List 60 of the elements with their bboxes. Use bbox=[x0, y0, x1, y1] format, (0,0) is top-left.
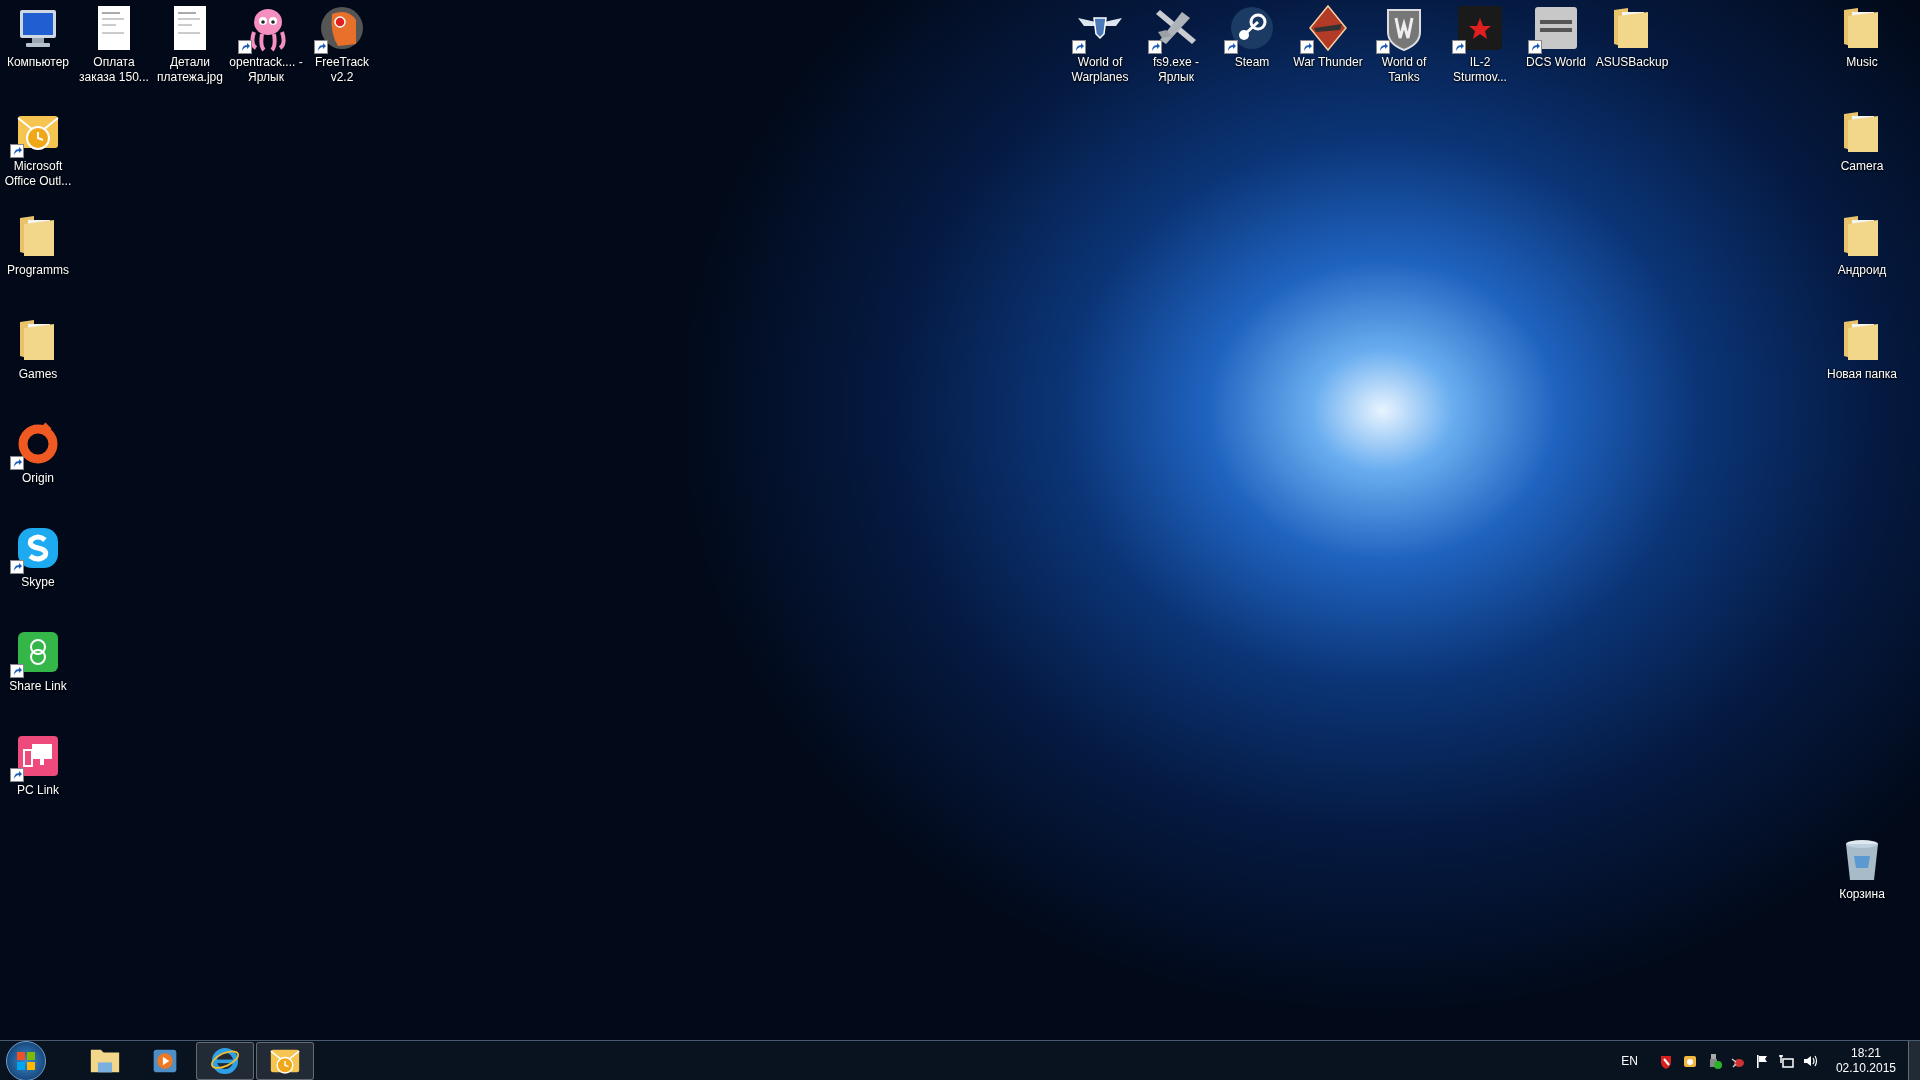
windows-logo-icon bbox=[16, 1050, 36, 1071]
desktop-shortcut[interactable]: DCS World bbox=[1518, 0, 1594, 104]
icon-label: Music bbox=[1845, 55, 1879, 70]
icon-label: Share Link bbox=[8, 679, 68, 694]
show-desktop-button[interactable] bbox=[1908, 1040, 1920, 1080]
desktop-shortcut[interactable]: Origin bbox=[0, 416, 76, 520]
icon-label: World of Warplanes bbox=[1070, 55, 1130, 85]
icon-label: PC Link bbox=[16, 783, 60, 798]
desktop-shortcut[interactable]: War Thunder bbox=[1290, 0, 1366, 104]
icon-label: Корзина bbox=[1838, 887, 1886, 902]
desktop-shortcut[interactable]: Компьютер bbox=[0, 0, 76, 104]
icon-label: Programms bbox=[6, 263, 70, 278]
desktop-shortcut[interactable]: fs9.exe - Ярлык bbox=[1138, 0, 1214, 104]
striped-tile-icon bbox=[1532, 4, 1580, 52]
desktop-shortcut[interactable]: PC Link bbox=[0, 728, 76, 832]
icon-label: Games bbox=[17, 367, 59, 382]
desktop-shortcut[interactable]: opentrack.... - Ярлык bbox=[228, 0, 304, 104]
icon-label: Camera bbox=[1839, 159, 1885, 174]
icon-label: ASUSBackup bbox=[1594, 55, 1670, 70]
icon-label: DCS World bbox=[1525, 55, 1587, 70]
start-button[interactable] bbox=[6, 1040, 46, 1080]
taskbar-button[interactable] bbox=[196, 1041, 254, 1080]
desktop-shortcut[interactable]: Share Link bbox=[0, 624, 76, 728]
desktop-shortcut[interactable]: World of Warplanes bbox=[1062, 0, 1138, 104]
icon-label: FreeTrack v2.2 bbox=[313, 55, 371, 85]
icon-label: Оплата заказа 150... bbox=[78, 55, 150, 85]
desktop-shortcut[interactable]: Детали платежа.jpg bbox=[152, 0, 228, 104]
desktop-shortcut[interactable]: Новая папка bbox=[1824, 312, 1900, 416]
desktop-shortcut[interactable]: Андроид bbox=[1824, 208, 1900, 312]
icon-label: Origin bbox=[21, 471, 55, 486]
icon-label: Андроид bbox=[1836, 263, 1888, 278]
icon-label: IL-2 Sturmov... bbox=[1452, 55, 1508, 85]
taskbar-button[interactable] bbox=[256, 1041, 314, 1080]
desktop-shortcut[interactable]: Steam bbox=[1214, 0, 1290, 104]
icon-label: War Thunder bbox=[1292, 55, 1364, 70]
desktop-shortcut[interactable]: Camera bbox=[1824, 104, 1900, 208]
icon-label: Skype bbox=[20, 575, 56, 590]
icon-label: Microsoft Office Outl... bbox=[3, 159, 73, 189]
clock-date[interactable]: 02.10.2015 bbox=[1835, 1060, 1896, 1076]
icon-label: Детали платежа.jpg bbox=[156, 55, 224, 85]
language-indicator[interactable]: EN bbox=[1621, 1051, 1638, 1070]
desktop-shortcut[interactable]: Microsoft Office Outl... bbox=[0, 104, 76, 208]
desktop-shortcut[interactable]: IL-2 Sturmov... bbox=[1442, 0, 1518, 104]
icon-label: World of Tanks bbox=[1380, 55, 1428, 85]
desktop-shortcut[interactable]: FreeTrack v2.2 bbox=[304, 0, 380, 104]
icon-label: opentrack.... - Ярлык bbox=[228, 55, 304, 85]
icon-label: fs9.exe - Ярлык bbox=[1152, 55, 1200, 85]
desktop-shortcut[interactable]: Оплата заказа 150... bbox=[76, 0, 152, 104]
desktop-shortcut[interactable]: Games bbox=[0, 312, 76, 416]
desktop-shortcut[interactable]: World of Tanks bbox=[1366, 0, 1442, 104]
icon-label: Компьютер bbox=[5, 55, 71, 70]
network-icon[interactable] bbox=[1777, 1052, 1794, 1069]
desktop-shortcut[interactable]: Programms bbox=[0, 208, 76, 312]
desktop-shortcut[interactable]: ASUSBackup bbox=[1594, 0, 1670, 104]
icon-label: Новая папка bbox=[1826, 367, 1898, 382]
icon-label: Steam bbox=[1233, 55, 1271, 70]
desktop-shortcut[interactable]: Корзина bbox=[1824, 832, 1900, 936]
desktop-shortcut[interactable]: Music bbox=[1824, 0, 1900, 104]
desktop-shortcut[interactable]: Skype bbox=[0, 520, 76, 624]
clock-time[interactable]: 18:21 bbox=[1850, 1045, 1881, 1061]
